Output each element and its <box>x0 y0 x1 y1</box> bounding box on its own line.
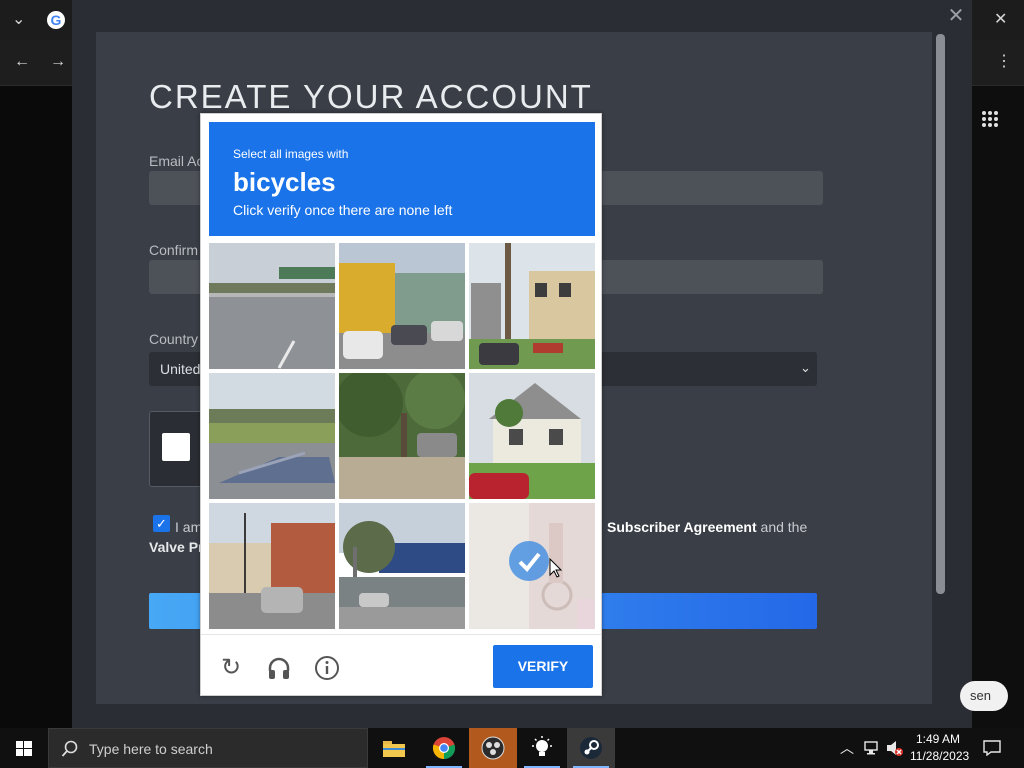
captcha-tile-bicycle-rider[interactable] <box>469 503 595 629</box>
captcha-instruction-line1: Select all images with <box>233 147 349 161</box>
apps-grid-icon[interactable] <box>981 110 999 128</box>
captcha-tile-white-house-lawn[interactable] <box>469 373 595 499</box>
country-label: Country <box>149 331 199 347</box>
page-title: CREATE YOUR ACCOUNT <box>149 78 593 115</box>
clock-date[interactable]: 11/28/2023 <box>910 749 969 763</box>
reload-icon[interactable]: ↻ <box>218 655 244 681</box>
mouse-cursor-icon <box>549 558 563 578</box>
audio-headphones-icon[interactable] <box>266 655 292 681</box>
captcha-tile-street-intersection[interactable] <box>209 503 335 629</box>
back-arrow-icon[interactable]: ← <box>14 54 30 70</box>
forward-arrow-icon[interactable]: → <box>50 54 66 70</box>
clock-time[interactable]: 1:49 AM <box>916 732 960 746</box>
search-icon <box>61 740 78 757</box>
not-robot-checkbox[interactable] <box>162 433 190 461</box>
tab-list-chevron-icon[interactable]: ⌄ <box>12 12 25 28</box>
subscriber-agreement-link[interactable]: Subscriber Agreement <box>607 519 757 535</box>
country-value: United <box>160 361 201 377</box>
show-hidden-icons-chevron-icon[interactable]: ︿ <box>840 740 854 756</box>
agree-text-link-line: Subscriber Agreement and the <box>607 519 807 535</box>
taskbar-chrome[interactable] <box>420 728 468 768</box>
captcha-tile-highway-overpass[interactable] <box>209 243 335 369</box>
folder-icon <box>383 741 405 757</box>
lightbulb-icon <box>532 736 552 756</box>
email-label: Email Ac <box>149 153 204 169</box>
taskbar-file-explorer[interactable] <box>370 728 418 768</box>
chevron-down-icon[interactable]: ⌄ <box>800 360 811 376</box>
tile-selected-check-icon <box>509 541 549 581</box>
chrome-icon <box>432 737 456 760</box>
taskbar-search-box[interactable]: Type here to search <box>48 728 368 768</box>
volume-muted-icon[interactable] <box>886 740 904 756</box>
search-placeholder: Type here to search <box>89 741 213 757</box>
page-left-backdrop <box>0 86 72 728</box>
captcha-challenge: Select all images with bicycles Click ve… <box>200 113 602 696</box>
verify-button[interactable]: VERIFY <box>493 645 593 688</box>
captcha-footer: ↻ VERIFY <box>201 634 601 696</box>
steam-icon <box>580 737 602 759</box>
captcha-target-word: bicycles <box>233 167 336 197</box>
captcha-tile-yellow-building-parking[interactable] <box>339 243 465 369</box>
modal-scrollbar[interactable] <box>936 34 945 594</box>
menu-kebab-icon[interactable]: ⋮ <box>996 54 1012 70</box>
captcha-tile-houses-tree[interactable] <box>469 243 595 369</box>
google-favicon-icon[interactable]: G <box>47 11 65 29</box>
captcha-tile-car-trailer-field[interactable] <box>209 373 335 499</box>
captcha-tile-trees-driveway[interactable] <box>339 373 465 499</box>
taskbar-light-app[interactable] <box>518 728 566 768</box>
window-close-icon[interactable]: ✕ <box>994 12 1007 28</box>
taskbar-obs[interactable] <box>469 728 517 768</box>
agree-text-prefix: I am <box>175 519 203 535</box>
agree-text-tail: and the <box>760 519 808 535</box>
confirm-email-label: Confirm <box>149 242 199 258</box>
captcha-tile-parking-lot-street[interactable] <box>339 503 465 629</box>
windows-taskbar: Type here to search ︿ 1:49 AM 11/28/2023 <box>0 728 1024 768</box>
captcha-image-grid <box>209 243 595 629</box>
captcha-instructions: Select all images with bicycles Click ve… <box>209 122 595 236</box>
privacy-policy-link[interactable]: Valve Pr <box>149 539 204 555</box>
notifications-icon[interactable] <box>983 740 1001 756</box>
windows-start-icon[interactable] <box>0 728 48 768</box>
modal-close-icon[interactable]: ✕ <box>946 6 966 26</box>
open-button[interactable]: sen <box>960 681 1008 711</box>
agree-checkbox[interactable]: ✓ <box>153 515 170 532</box>
obs-icon <box>481 736 505 760</box>
taskbar-steam[interactable] <box>567 728 615 768</box>
network-icon[interactable] <box>864 740 880 756</box>
info-icon[interactable] <box>314 655 340 681</box>
captcha-instruction-line2: Click verify once there are none left <box>233 202 453 218</box>
page-right-backdrop <box>972 86 1024 728</box>
